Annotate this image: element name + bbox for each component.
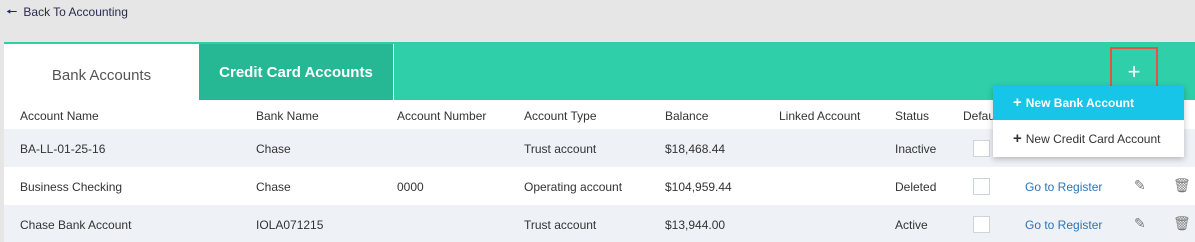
cell-account-type: Trust account bbox=[524, 218, 597, 232]
column-header-default[interactable]: Defau bbox=[963, 109, 995, 123]
column-header-account-name[interactable]: Account Name bbox=[20, 109, 99, 123]
add-account-button[interactable]: + bbox=[1110, 47, 1158, 90]
cell-account-name: Chase Bank Account bbox=[20, 218, 132, 232]
cell-status: Inactive bbox=[895, 142, 937, 156]
edit-icon[interactable]: ✎ bbox=[1134, 215, 1146, 232]
cell-account-type: Trust account bbox=[524, 142, 597, 156]
trash-icon[interactable]: 🗑 bbox=[1173, 215, 1191, 232]
tab-credit-card-accounts[interactable]: Credit Card Accounts bbox=[199, 44, 394, 100]
new-bank-account-menu-item[interactable]: + New Bank Account bbox=[993, 86, 1184, 120]
cell-balance: $13,944.00 bbox=[665, 218, 726, 232]
trash-icon[interactable]: 🗑 bbox=[1173, 177, 1191, 194]
column-header-linked-account[interactable]: Linked Account bbox=[779, 109, 860, 123]
cell-bank-name: Chase bbox=[256, 142, 291, 156]
cell-status: Active bbox=[895, 218, 928, 232]
go-to-register-link[interactable]: Go to Register bbox=[1025, 218, 1102, 232]
table-row[interactable]: Chase Bank Account IOLA071215 Trust acco… bbox=[4, 205, 1195, 242]
default-checkbox[interactable] bbox=[973, 216, 990, 233]
column-header-account-type[interactable]: Account Type bbox=[524, 109, 597, 123]
back-to-accounting-link[interactable]: 🠔 Back To Accounting bbox=[6, 4, 128, 20]
cell-account-number: 0000 bbox=[397, 180, 424, 194]
cell-status: Deleted bbox=[895, 180, 937, 194]
cell-account-name: Business Checking bbox=[20, 180, 123, 194]
column-header-bank-name[interactable]: Bank Name bbox=[256, 109, 319, 123]
go-to-register-link[interactable]: Go to Register bbox=[1025, 180, 1102, 194]
plus-icon: + bbox=[1013, 94, 1022, 111]
new-credit-card-account-menu-item[interactable]: + New Credit Card Account bbox=[993, 122, 1184, 156]
cell-account-type: Operating account bbox=[524, 180, 623, 194]
default-checkbox[interactable] bbox=[973, 178, 990, 195]
menu-item-label: New Bank Account bbox=[1025, 96, 1135, 110]
column-header-status[interactable]: Status bbox=[895, 109, 929, 123]
back-link-label: Back To Accounting bbox=[23, 5, 128, 19]
add-account-dropdown: + New Bank Account + New Credit Card Acc… bbox=[993, 86, 1184, 157]
cell-bank-name: Chase bbox=[256, 180, 291, 194]
table-row[interactable]: Business Checking Chase 0000 Operating a… bbox=[4, 167, 1195, 205]
cell-balance: $18,468.44 bbox=[665, 142, 726, 156]
cell-balance: $104,959.44 bbox=[665, 180, 732, 194]
arrow-left-icon: 🠔 bbox=[6, 4, 18, 19]
column-header-account-number[interactable]: Account Number bbox=[397, 109, 486, 123]
plus-icon: + bbox=[1127, 59, 1141, 84]
edit-icon[interactable]: ✎ bbox=[1134, 177, 1146, 194]
tab-bank-accounts[interactable]: Bank Accounts bbox=[4, 44, 199, 100]
menu-item-label: New Credit Card Account bbox=[1025, 132, 1161, 146]
plus-icon: + bbox=[1013, 130, 1022, 147]
default-checkbox[interactable] bbox=[973, 140, 990, 157]
cell-account-name: BA-LL-01-25-16 bbox=[20, 142, 106, 156]
column-header-balance[interactable]: Balance bbox=[665, 109, 708, 123]
cell-bank-name: IOLA071215 bbox=[256, 218, 324, 232]
